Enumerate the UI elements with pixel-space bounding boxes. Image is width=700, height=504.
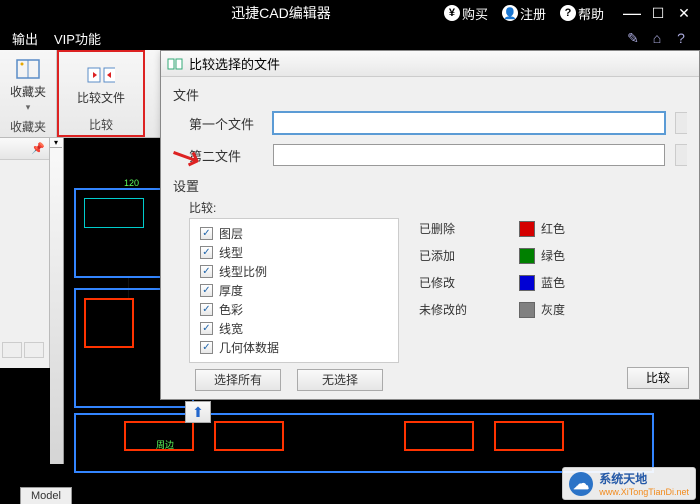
cad-dim-1: 120	[124, 178, 139, 188]
select-all-button[interactable]: 选择所有	[195, 369, 281, 391]
ribbon-group-compare: 比较文件 比较	[57, 50, 145, 137]
favorites-label: 收藏夹	[10, 83, 46, 100]
style-icon[interactable]: ✎	[624, 29, 642, 47]
compare-group-label: 比较:	[189, 199, 687, 216]
compare-group-label: 比较	[89, 114, 113, 133]
up-folder-button[interactable]: ⬆	[185, 401, 211, 423]
dialog-icon	[167, 56, 183, 72]
minimize-button[interactable]: —	[620, 3, 644, 23]
left-panel: 📌	[0, 138, 50, 368]
register-label: 注册	[520, 4, 546, 23]
yen-icon: ¥	[444, 5, 460, 21]
file1-input[interactable]	[273, 112, 665, 134]
modified-label: 已修改	[419, 274, 499, 291]
close-button[interactable]: ✕	[672, 3, 696, 23]
unchanged-color-select[interactable]: 灰度	[519, 301, 565, 318]
buy-label: 购买	[462, 4, 488, 23]
buy-button[interactable]: ¥ 购买	[438, 2, 494, 25]
chk-geom[interactable]: ✓	[200, 341, 213, 354]
compare-icon	[87, 63, 115, 87]
deleted-color-select[interactable]: 红色	[519, 220, 565, 237]
watermark-url: www.XiTongTianDi.net	[599, 487, 689, 497]
dialog-titlebar: 比较选择的文件	[161, 51, 699, 77]
help-label: 帮助	[578, 4, 604, 23]
left-ruler: ▾	[50, 138, 64, 464]
menu-vip[interactable]: VIP功能	[46, 27, 109, 50]
compare-dialog: 比较选择的文件 文件 第一个文件 第二文件 设置 比较: ✓图层 ✓线型 ✓线型…	[160, 50, 700, 400]
deleted-label: 已删除	[419, 220, 499, 237]
dialog-title: 比较选择的文件	[189, 54, 280, 73]
file-section-label: 文件	[173, 85, 687, 104]
watermark-title: 系统天地	[599, 470, 689, 487]
cad-lbl-3: 周边	[156, 438, 174, 451]
maximize-button[interactable]: ☐	[646, 3, 670, 23]
deselect-button[interactable]: 无选择	[297, 369, 383, 391]
compare-label: 比较文件	[77, 89, 125, 106]
menu-output[interactable]: 输出	[4, 27, 46, 50]
file2-browse-button[interactable]	[675, 144, 687, 166]
chk-thickness[interactable]: ✓	[200, 284, 213, 297]
unchanged-label: 未修改的	[419, 301, 499, 318]
chk-linescale[interactable]: ✓	[200, 265, 213, 278]
deleted-swatch	[519, 221, 535, 237]
compare-button[interactable]: 比较	[627, 367, 689, 389]
unchanged-swatch	[519, 302, 535, 318]
favorites-icon	[14, 57, 42, 81]
watermark: ☁ 系统天地 www.XiTongTianDi.net	[562, 467, 696, 500]
home-icon[interactable]: ⌂	[648, 29, 666, 47]
compare-options: ✓图层 ✓线型 ✓线型比例 ✓厚度 ✓色彩 ✓线宽 ✓几何体数据	[189, 218, 399, 363]
added-label: 已添加	[419, 247, 499, 264]
added-color-select[interactable]: 绿色	[519, 247, 565, 264]
panel-tab-1[interactable]	[2, 342, 22, 358]
added-swatch	[519, 248, 535, 264]
panel-tab-2[interactable]	[24, 342, 44, 358]
help-button[interactable]: ? 帮助	[554, 2, 610, 25]
ruler-dropdown[interactable]: ▾	[50, 138, 62, 148]
favorites-group-label: 收藏夹	[10, 116, 46, 135]
info-icon[interactable]: ?	[672, 29, 690, 47]
watermark-icon: ☁	[569, 472, 593, 496]
modified-color-select[interactable]: 蓝色	[519, 274, 565, 291]
chk-color[interactable]: ✓	[200, 303, 213, 316]
settings-label: 设置	[173, 176, 687, 195]
chk-linetype[interactable]: ✓	[200, 246, 213, 259]
titlebar: 迅捷CAD编辑器 ¥ 购买 👤 注册 ? 帮助 — ☐ ✕	[0, 0, 700, 26]
question-icon: ?	[560, 5, 576, 21]
file1-browse-button[interactable]	[675, 112, 687, 134]
compare-files-button[interactable]: 比较文件	[77, 54, 125, 114]
model-tab[interactable]: Model	[20, 487, 72, 504]
app-title: 迅捷CAD编辑器	[124, 3, 438, 23]
chk-layer[interactable]: ✓	[200, 227, 213, 240]
panel-pin[interactable]: 📌	[0, 138, 49, 160]
file2-input[interactable]	[273, 144, 665, 166]
favorites-button[interactable]: 收藏夹 ▾	[10, 54, 46, 116]
file1-label: 第一个文件	[173, 114, 263, 133]
menubar: 输出 VIP功能 ✎ ⌂ ?	[0, 26, 700, 50]
chk-linewidth[interactable]: ✓	[200, 322, 213, 335]
ribbon-group-favorites: 收藏夹 ▾ 收藏夹	[0, 50, 57, 137]
file2-label: 第二文件	[173, 146, 263, 165]
user-icon: 👤	[502, 5, 518, 21]
register-button[interactable]: 👤 注册	[496, 2, 552, 25]
modified-swatch	[519, 275, 535, 291]
